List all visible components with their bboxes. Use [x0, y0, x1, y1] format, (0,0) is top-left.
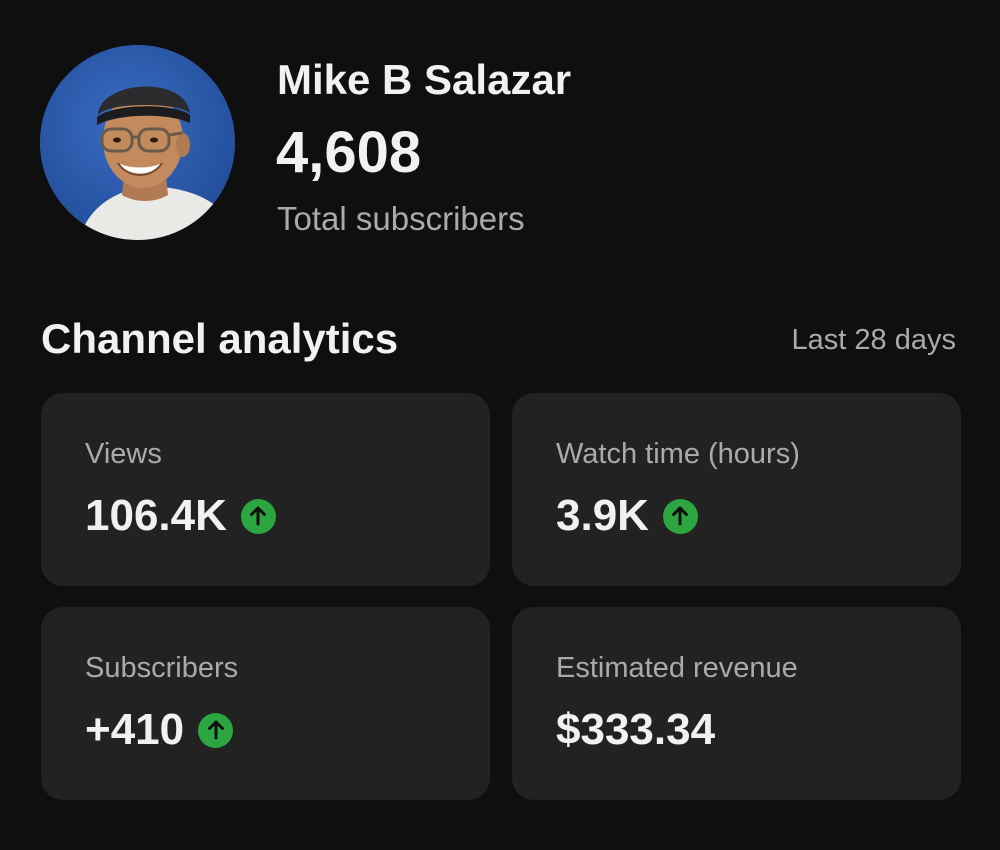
arrow-up-icon [240, 498, 276, 534]
card-label: Views [85, 438, 162, 470]
avatar[interactable] [40, 45, 235, 240]
card-value: $333.34 [556, 705, 716, 754]
arrow-up-icon [198, 712, 234, 748]
card-value: 106.4K [85, 491, 227, 540]
channel-name: Mike B Salazar [277, 56, 572, 103]
card-value: 3.9K [556, 491, 649, 540]
subscribers-card[interactable]: Subscribers +410 [41, 607, 490, 800]
card-label: Estimated revenue [556, 652, 798, 684]
subscriber-label: Total subscribers [277, 200, 525, 237]
period-selector[interactable]: Last 28 days [792, 322, 956, 358]
profile-photo [40, 45, 235, 240]
card-label: Subscribers [85, 652, 239, 684]
watch-time-card[interactable]: Watch time (hours) 3.9K [512, 393, 961, 586]
card-value: +410 [85, 705, 185, 754]
section-title: Channel analytics [41, 315, 399, 362]
revenue-card[interactable]: Estimated revenue $333.34 [512, 607, 961, 800]
arrow-up-icon [662, 498, 698, 534]
views-card[interactable]: Views 106.4K [41, 393, 490, 586]
card-label: Watch time (hours) [556, 438, 800, 470]
subscriber-count: 4,608 [276, 120, 422, 185]
